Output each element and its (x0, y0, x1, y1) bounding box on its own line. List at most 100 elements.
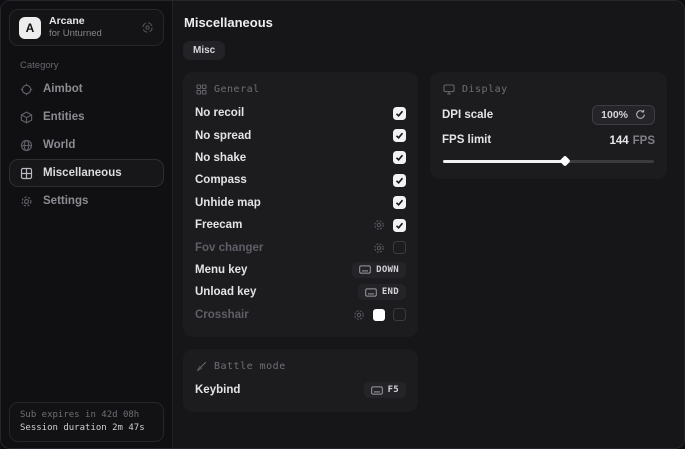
slider-fill (443, 160, 565, 163)
battle-mode-card: Battle mode Keybind F5 (183, 349, 418, 412)
keyboard-icon (359, 265, 371, 274)
fps-value: 144 (609, 135, 628, 147)
gear-icon[interactable] (373, 219, 385, 231)
setting-row-freecam[interactable]: Freecam (195, 214, 406, 236)
keybind-button[interactable]: END (358, 284, 406, 300)
slider-thumb[interactable] (560, 155, 571, 166)
fps-slider[interactable] (443, 156, 654, 166)
cube-icon (20, 111, 33, 124)
sync-icon[interactable] (141, 21, 154, 34)
app-title: Arcane (49, 16, 102, 27)
setting-label: FPS limit (442, 134, 491, 146)
checkbox[interactable] (393, 196, 406, 209)
keyboard-icon (365, 288, 377, 297)
logo-card: A Arcane for Unturned (9, 9, 164, 46)
setting-label: Fov changer (195, 242, 263, 254)
color-swatch[interactable] (373, 309, 385, 321)
checkbox[interactable] (393, 174, 406, 187)
sidebar: A Arcane for Unturned Category A (1, 1, 173, 448)
sidebar-item-label: World (43, 139, 75, 151)
reset-icon[interactable] (635, 109, 646, 120)
checkbox[interactable] (393, 219, 406, 232)
content: General No recoil No spread (183, 72, 670, 412)
sidebar-item-label: Aimbot (43, 83, 83, 95)
setting-row-no-recoil[interactable]: No recoil (195, 102, 406, 124)
sword-icon (196, 361, 207, 372)
setting-row-no-shake[interactable]: No shake (195, 147, 406, 169)
sub-expires-text: Sub expires in 42d 08h (20, 408, 153, 422)
general-card: General No recoil No spread (183, 72, 418, 337)
category-label: Category (20, 60, 164, 71)
gear-icon (20, 195, 33, 208)
sidebar-item-world[interactable]: World (9, 131, 164, 159)
setting-label: Freecam (195, 219, 242, 231)
checkbox[interactable] (393, 107, 406, 120)
sidebar-item-aimbot[interactable]: Aimbot (9, 75, 164, 103)
sidebar-item-label: Entities (43, 111, 85, 123)
checkbox[interactable] (393, 129, 406, 142)
app-window: A Arcane for Unturned Category A (0, 0, 685, 449)
keybind-value: END (382, 287, 399, 297)
setting-label: Menu key (195, 264, 247, 276)
setting-row-unhide-map[interactable]: Unhide map (195, 192, 406, 214)
dpi-value-badge[interactable]: 100% (592, 105, 655, 125)
session-duration-text: Session duration 2m 47s (20, 422, 153, 435)
checkbox[interactable] (393, 151, 406, 164)
app-subtitle: for Unturned (49, 28, 102, 39)
keyboard-icon (371, 386, 383, 395)
setting-row-crosshair[interactable]: Crosshair (195, 304, 406, 326)
setting-row-battle-keybind[interactable]: Keybind F5 (195, 379, 406, 401)
battle-mode-card-header: Battle mode (196, 361, 406, 372)
setting-label: Unload key (195, 286, 256, 298)
display-card-header: Display (443, 84, 655, 95)
display-card-title: Display (462, 84, 508, 95)
setting-row-menu-key[interactable]: Menu key DOWN (195, 259, 406, 281)
keybind-value: DOWN (376, 265, 399, 275)
checkbox[interactable] (393, 308, 406, 321)
sidebar-item-entities[interactable]: Entities (9, 103, 164, 131)
setting-row-compass[interactable]: Compass (195, 169, 406, 191)
setting-row-no-spread[interactable]: No spread (195, 124, 406, 146)
monitor-icon (443, 84, 455, 95)
globe-icon (20, 139, 33, 152)
keybind-value: F5 (388, 385, 399, 395)
gear-icon[interactable] (373, 242, 385, 254)
sidebar-item-settings[interactable]: Settings (9, 187, 164, 215)
setting-row-fov-changer[interactable]: Fov changer (195, 236, 406, 258)
keybind-button[interactable]: F5 (364, 382, 406, 398)
crosshair-icon (20, 83, 33, 96)
setting-row-fps-limit: FPS limit 144 FPS (442, 127, 655, 152)
tab-misc[interactable]: Misc (183, 41, 225, 60)
logo-text: Arcane for Unturned (49, 16, 102, 39)
subscription-info: Sub expires in 42d 08h Session duration … (9, 402, 164, 442)
checkbox[interactable] (393, 241, 406, 254)
setting-label: DPI scale (442, 109, 493, 121)
app-logo: A (19, 17, 41, 39)
general-card-title: General (214, 84, 260, 95)
general-grid-icon (196, 84, 207, 95)
category-nav: Aimbot Entities World (9, 75, 164, 215)
setting-label: No spread (195, 130, 251, 142)
sidebar-item-label: Settings (43, 195, 88, 207)
grid-icon (20, 167, 33, 180)
setting-label: No recoil (195, 107, 244, 119)
keybind-button[interactable]: DOWN (352, 262, 406, 278)
setting-label: Compass (195, 174, 247, 186)
general-card-header: General (196, 84, 406, 95)
fps-unit: FPS (633, 135, 655, 147)
page-title: Miscellaneous (184, 15, 670, 30)
battle-mode-card-title: Battle mode (214, 361, 286, 372)
setting-row-dpi-scale: DPI scale 100% (442, 102, 655, 127)
gear-icon[interactable] (353, 309, 365, 321)
display-card: Display DPI scale 100% (430, 72, 667, 179)
sidebar-item-miscellaneous[interactable]: Miscellaneous (9, 159, 164, 187)
left-column: General No recoil No spread (183, 72, 418, 412)
sidebar-item-label: Miscellaneous (43, 167, 122, 179)
main-panel: Miscellaneous Misc General (173, 1, 684, 448)
setting-label: No shake (195, 152, 246, 164)
right-column: Display DPI scale 100% (430, 72, 667, 179)
setting-row-unload-key[interactable]: Unload key END (195, 281, 406, 303)
dpi-value: 100% (601, 109, 628, 121)
setting-label: Keybind (195, 384, 240, 396)
setting-label: Crosshair (195, 309, 249, 321)
